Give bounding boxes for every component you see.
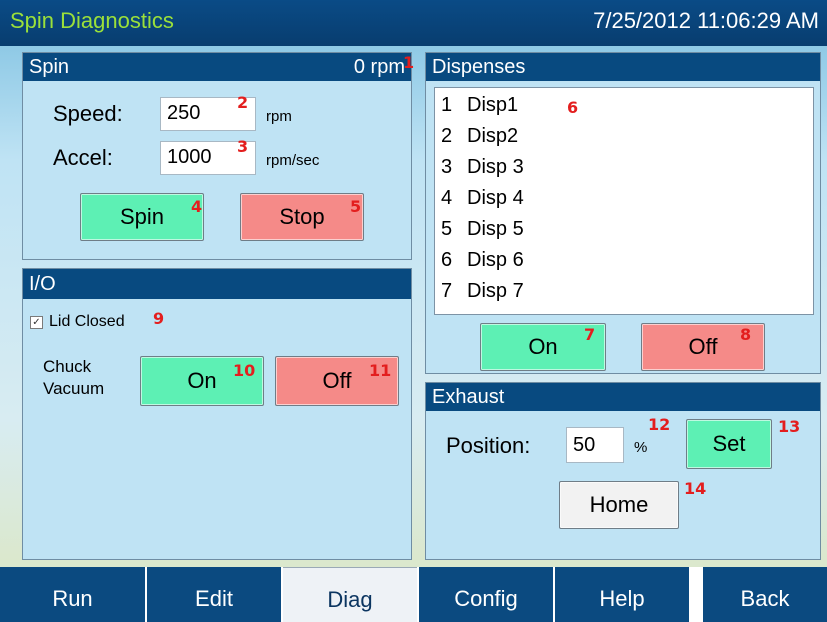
exhaust-header-title: Exhaust xyxy=(432,386,505,408)
tab-help[interactable]: Help xyxy=(555,567,689,622)
accel-label: Accel: xyxy=(53,145,113,170)
position-input[interactable]: 50 xyxy=(566,427,624,463)
lid-closed-label: Lid Closed xyxy=(49,313,125,330)
list-item[interactable]: 4 Disp 4 xyxy=(441,183,524,214)
tab-run[interactable]: Run xyxy=(0,567,145,622)
exhaust-panel-header: Exhaust xyxy=(426,383,820,411)
dispense-name: Disp 3 xyxy=(467,156,524,178)
dispense-name: Disp 7 xyxy=(467,280,524,302)
tab-help-label: Help xyxy=(599,586,645,611)
list-item[interactable]: 7 Disp 7 xyxy=(441,276,524,307)
bottom-nav: Run Edit Diag Config Help Back xyxy=(0,567,827,622)
annotation-marker: 7 xyxy=(584,325,596,344)
annotation-marker: 4 xyxy=(191,197,203,216)
dispense-name: Disp2 xyxy=(467,125,519,147)
annotation-marker: 3 xyxy=(237,137,249,156)
dispense-list[interactable]: 1 Disp1 2 Disp2 3 Disp 3 4 Disp 4 5 Disp 5 6D… xyxy=(434,87,814,315)
annotation-marker: 14 xyxy=(684,479,707,498)
io-panel: I/O ✓ Lid Closed 9 Chuck Vacuum On 10 Of… xyxy=(22,268,412,560)
chuck-vacuum-label-line1: Chuck xyxy=(43,357,92,376)
list-item[interactable]: 3 Disp 3 xyxy=(441,152,524,183)
list-item[interactable]: 6 Disp 6 xyxy=(441,245,524,276)
lid-closed-checkbox[interactable]: ✓ xyxy=(30,316,43,329)
dispenses-panel: Dispenses 1 Disp1 2 Disp2 3 Disp 3 4 Disp 4 … xyxy=(425,52,821,374)
annotation-marker: 5 xyxy=(350,197,362,216)
spin-panel: Spin 0 rpm 1 Speed: 250 2 rpm Accel: 100… xyxy=(22,52,415,260)
annotation-marker: 9 xyxy=(153,309,165,328)
annotation-marker: 2 xyxy=(237,93,249,112)
speed-label: Speed: xyxy=(53,101,123,126)
list-item[interactable]: 1 Disp1 xyxy=(441,90,518,121)
spin-button[interactable]: Spin xyxy=(80,193,204,241)
annotation-marker: 13 xyxy=(778,417,801,436)
tab-config[interactable]: Config xyxy=(419,567,553,622)
dispense-name: Disp1 xyxy=(467,94,519,116)
list-item[interactable]: 2 Disp2 xyxy=(441,121,518,152)
datetime-display: 7/25/2012 11:06:29 AM xyxy=(593,8,819,33)
accel-unit: rpm/sec xyxy=(266,152,320,169)
tab-run-label: Run xyxy=(52,586,93,611)
tab-edit[interactable]: Edit xyxy=(147,567,281,622)
chuck-vacuum-on-label: On xyxy=(187,368,217,393)
dispense-on-label: On xyxy=(528,334,558,359)
dispense-name: Disp 5 xyxy=(467,218,524,240)
dispense-name: Disp 4 xyxy=(467,187,524,209)
home-button[interactable]: Home xyxy=(559,481,679,529)
annotation-marker: 6 xyxy=(567,98,579,117)
home-button-label: Home xyxy=(589,492,649,517)
set-button[interactable]: Set xyxy=(686,419,772,469)
position-label: Position: xyxy=(446,433,531,458)
annotation-marker: 11 xyxy=(369,361,392,380)
annotation-marker: 12 xyxy=(648,415,671,434)
stop-button-label: Stop xyxy=(279,204,325,229)
annotation-marker: 10 xyxy=(233,361,256,380)
title-bar: Spin Diagnostics 7/25/2012 11:06:29 AM xyxy=(0,0,827,46)
app-title: Spin Diagnostics xyxy=(10,8,174,33)
list-item[interactable]: 5 Disp 5 xyxy=(441,214,524,245)
chuck-vacuum-off-label: Off xyxy=(322,368,352,393)
set-button-label: Set xyxy=(712,431,746,456)
tab-diag[interactable]: Diag xyxy=(283,567,417,622)
speed-unit: rpm xyxy=(266,108,292,125)
tab-diag-label: Diag xyxy=(327,587,373,612)
io-panel-header: I/O xyxy=(23,269,411,299)
tab-back-label: Back xyxy=(740,586,790,611)
spin-header-title: Spin xyxy=(29,56,70,78)
annotation-marker: 1 xyxy=(403,53,415,72)
tab-back[interactable]: Back xyxy=(703,567,827,622)
io-header-title: I/O xyxy=(29,273,56,295)
stop-button[interactable]: Stop xyxy=(240,193,364,241)
dispense-off-label: Off xyxy=(688,334,718,359)
dispenses-header-title: Dispenses xyxy=(432,56,526,78)
rpm-readout: 0 rpm xyxy=(353,56,405,78)
dispenses-panel-header: Dispenses xyxy=(426,53,820,81)
annotation-marker: 8 xyxy=(740,325,752,344)
spin-button-label: Spin xyxy=(119,204,165,229)
tab-config-label: Config xyxy=(454,586,518,611)
tab-edit-label: Edit xyxy=(195,586,233,611)
dispense-name: Disp 6 xyxy=(467,249,524,271)
exhaust-panel: Exhaust Position: 50 % 12 Set 13 Home 14 xyxy=(425,382,821,560)
spin-panel-header: Spin 0 rpm xyxy=(23,53,411,81)
chuck-vacuum-label-line2: Vacuum xyxy=(43,379,105,398)
position-unit: % xyxy=(634,439,648,456)
